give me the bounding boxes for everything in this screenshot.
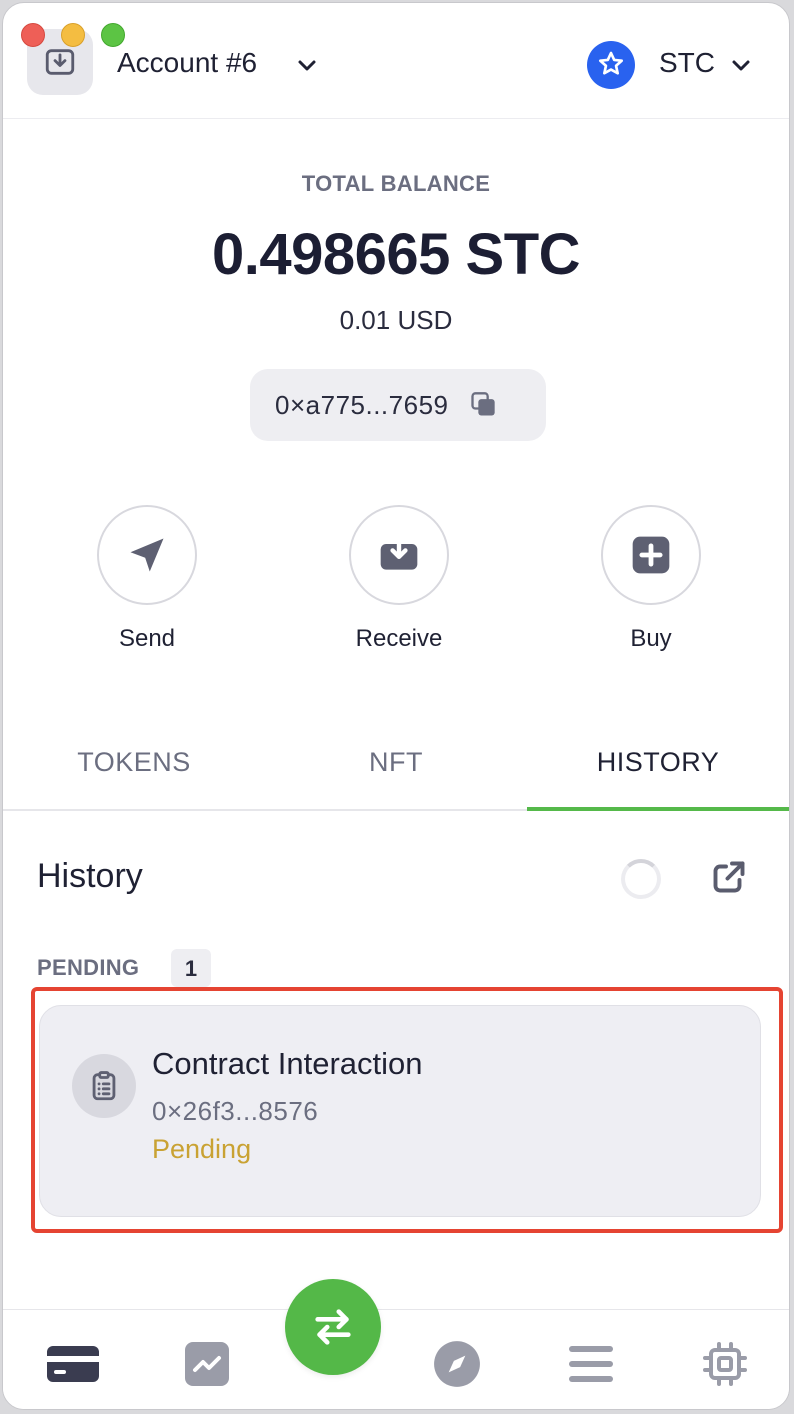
buy-label: Buy <box>630 625 672 652</box>
nav-explore[interactable] <box>427 1334 487 1394</box>
buy-button[interactable] <box>601 505 701 605</box>
starcoin-icon <box>599 51 623 75</box>
buy-action[interactable]: Buy <box>581 505 721 653</box>
highlight-outline <box>31 987 783 1233</box>
nav-market[interactable] <box>177 1334 237 1394</box>
tab-nft[interactable]: NFT <box>265 723 527 809</box>
chart-icon <box>185 1342 229 1386</box>
minimize-window-button[interactable] <box>61 23 85 47</box>
history-title: History <box>37 857 143 895</box>
address-text: 0×a775...7659 <box>275 389 449 420</box>
receive-label: Receive <box>355 625 443 652</box>
nav-settings[interactable] <box>695 1334 755 1394</box>
receive-icon <box>380 536 418 570</box>
network-logo[interactable] <box>587 41 635 89</box>
account-selector[interactable]: Account #6 <box>117 47 257 79</box>
tab-history[interactable]: HISTORY <box>527 723 789 811</box>
address-copy-button[interactable]: 0×a775...7659 <box>250 369 546 441</box>
content-tabs: TOKENS NFT HISTORY <box>3 723 789 811</box>
header: Account #6 STC <box>3 3 789 119</box>
network-selector[interactable]: STC <box>659 47 715 79</box>
maximize-window-button[interactable] <box>101 23 125 47</box>
nav-menu[interactable] <box>561 1334 621 1394</box>
bottom-nav <box>3 1309 789 1409</box>
pending-count-badge: 1 <box>171 949 211 987</box>
tab-tokens[interactable]: TOKENS <box>3 723 265 809</box>
swap-button[interactable] <box>285 1279 381 1375</box>
pending-section-label: PENDING <box>37 955 140 980</box>
close-window-button[interactable] <box>21 23 45 47</box>
loading-spinner-icon <box>621 859 661 899</box>
send-label: Send <box>118 625 176 652</box>
window-controls <box>21 23 125 47</box>
receive-button[interactable] <box>349 505 449 605</box>
send-icon <box>130 538 164 572</box>
chevron-down-icon[interactable] <box>295 53 319 77</box>
send-button[interactable] <box>97 505 197 605</box>
balance-label: TOTAL BALANCE <box>301 171 491 196</box>
chevron-down-icon[interactable] <box>729 53 753 77</box>
send-action[interactable]: Send <box>77 505 217 653</box>
nav-wallet[interactable] <box>43 1334 103 1394</box>
buy-icon <box>632 536 670 574</box>
swap-icon <box>315 1309 351 1345</box>
compass-icon <box>434 1341 480 1387</box>
receive-action[interactable]: Receive <box>329 505 469 653</box>
download-tray-icon <box>45 49 75 75</box>
chip-icon <box>703 1342 747 1386</box>
balance-fiat: 0.01 USD <box>339 305 453 335</box>
copy-icon[interactable] <box>469 391 497 419</box>
app-window: Account #6 STC TOTAL BALANCE 0.498665 ST… <box>2 2 790 1410</box>
external-link-icon[interactable] <box>711 859 747 895</box>
wallet-icon <box>47 1346 99 1382</box>
menu-icon <box>569 1346 613 1382</box>
balance-value: 0.498665 STC <box>211 222 581 287</box>
